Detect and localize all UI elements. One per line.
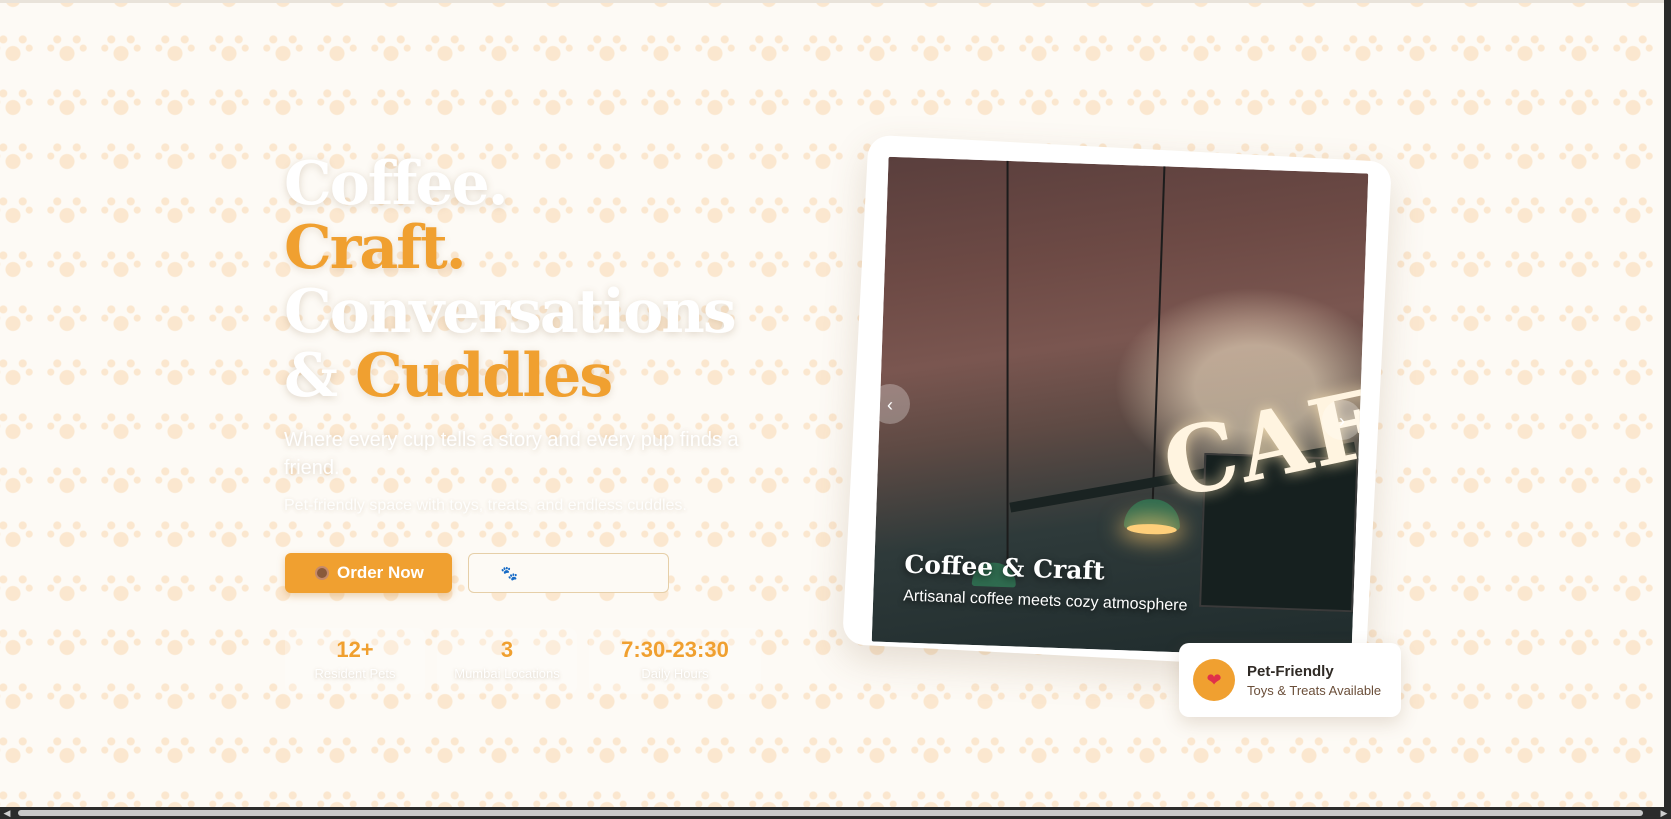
carousel-prev-button[interactable]: ‹ (870, 384, 910, 424)
headline-coffee: Coffee. (284, 149, 509, 219)
stat-label: Mumbai Locations (454, 666, 560, 681)
lamp-cord (1006, 156, 1009, 572)
badge-text: Pet-Friendly Toys & Treats Available (1247, 663, 1381, 698)
hero-headline: Coffee. Craft. Conversations & Cuddles (284, 152, 764, 408)
pet-friendly-badge: ❤ Pet-Friendly Toys & Treats Available (1179, 643, 1401, 717)
hero-actions: Order Now 🐾 (285, 553, 669, 593)
scroll-left-icon[interactable]: ◀ (0, 807, 14, 819)
carousel-next-button[interactable]: › (1322, 400, 1362, 440)
order-now-button[interactable]: Order Now (285, 553, 452, 593)
stat-label: Daily Hours (641, 666, 709, 681)
top-border (0, 0, 1664, 3)
slide-subtitle: Artisanal coffee meets cozy atmosphere (902, 587, 1188, 615)
headline-conversations: Conversations (284, 277, 737, 347)
badge-title: Pet-Friendly (1247, 662, 1334, 680)
headline-cuddles: Cuddles (355, 341, 613, 411)
heart-icon: ❤ (1193, 659, 1235, 701)
stat-locations: 3 Mumbai Locations (437, 628, 577, 694)
meet-pets-button[interactable]: 🐾 (467, 553, 669, 593)
stat-value: 12+ (336, 637, 374, 662)
order-now-label: Order Now (337, 563, 424, 582)
hero-subline: Pet-friendly space with toys, treats, an… (284, 497, 687, 514)
hero-tagline: Where every cup tells a story and every … (284, 429, 739, 479)
hero-stats: 12+ Resident Pets 3 Mumbai Locations 7:3… (285, 628, 761, 694)
chevron-left-icon: ‹ (887, 395, 893, 415)
headline-craft: Craft. (284, 213, 467, 283)
chevron-right-icon: › (1339, 411, 1345, 431)
scrollbar-thumb[interactable] (18, 810, 1643, 816)
horizontal-scrollbar[interactable]: ◀ ▶ (0, 807, 1671, 819)
paw-pattern-background (0, 0, 1671, 819)
scroll-right-icon[interactable]: ▶ (1657, 807, 1671, 819)
paw-icon: 🐾 (500, 564, 519, 581)
stat-hours: 7:30-23:30 Daily Hours (589, 628, 761, 694)
headline-ampersand: & (284, 341, 338, 411)
hero-content: Coffee. Craft. Conversations & Cuddles W… (284, 152, 764, 516)
vertical-scrollbar[interactable] (1664, 0, 1671, 819)
badge-subtitle: Toys & Treats Available (1247, 682, 1382, 698)
stat-pets: 12+ Resident Pets (285, 628, 425, 694)
headline-cuddles-row: & Cuddles (284, 344, 764, 408)
slide-title: Coffee & Craft (903, 549, 1106, 586)
coffee-cup-icon (315, 566, 329, 580)
carousel-slide-image: CAF Coffee & Craft Artisanal coffee meet… (871, 156, 1369, 659)
stat-value: 3 (500, 637, 514, 662)
stat-value: 7:30-23:30 (621, 637, 729, 662)
stat-label: Resident Pets (314, 666, 396, 681)
